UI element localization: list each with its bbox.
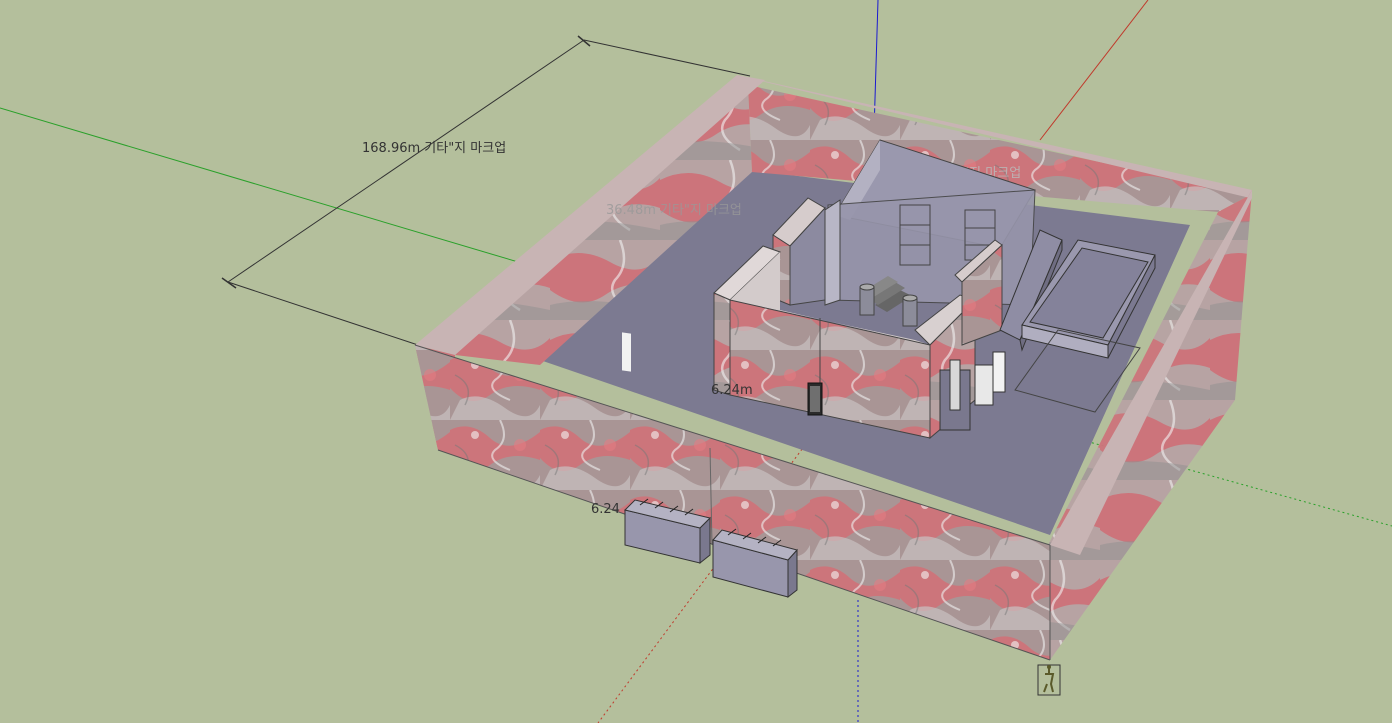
dimension-inner-2-label: 36.48m 기타"지 마크업	[606, 203, 742, 218]
wall-opening[interactable]	[622, 332, 631, 372]
dimension-outer-label: 168.96m 기타"지 마크업	[362, 141, 506, 156]
modeling-viewport[interactable]: 168.96m 기타"지 마크업 36.48m 기타"지 마크업 156.48m…	[0, 0, 1392, 723]
3d-scene[interactable]: 168.96m 기타"지 마크업 36.48m 기타"지 마크업 156.48m…	[0, 0, 1392, 723]
human-figure[interactable]	[1037, 664, 1061, 696]
dimension-wall-1-label: 6.24m	[711, 383, 753, 398]
dimension-wall-2-label: 6.24	[591, 502, 620, 517]
red-axis	[1039, 0, 1149, 141]
